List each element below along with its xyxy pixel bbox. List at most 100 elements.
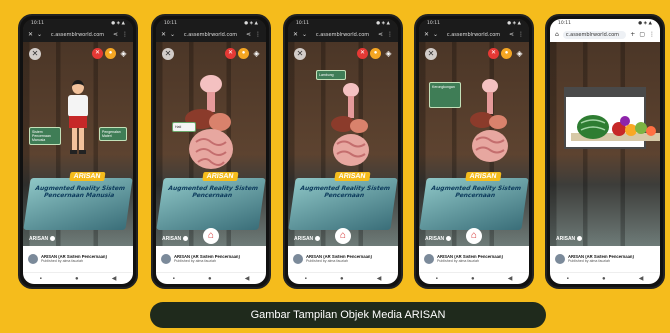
status-time: 10:11: [164, 21, 177, 26]
ar-scene[interactable]: ✕ ✕ ● ◈ Kerongkongan ARISAN Augmented Re…: [419, 42, 529, 246]
info-tag[interactable]: Kerongkongan: [429, 82, 461, 108]
close-icon[interactable]: ✕: [293, 32, 298, 38]
record-icon[interactable]: ✕: [225, 48, 236, 59]
record-icon[interactable]: ✕: [92, 48, 103, 59]
ar-scene[interactable]: ✕ ✕ ● ◈ Sistem Pencernaan Manusia Pengen…: [23, 42, 133, 246]
close-icon[interactable]: ✕: [425, 48, 437, 60]
settings-icon[interactable]: ●: [238, 48, 249, 59]
more-vert-icon[interactable]: ⋮: [255, 32, 261, 38]
browser-url-bar: ✕ ⌄ c.assemblrworld.com ⋖ ⋮: [23, 28, 133, 42]
back-icon[interactable]: ◀: [508, 275, 513, 282]
info-tag[interactable]: Lambung: [316, 70, 346, 80]
info-tag[interactable]: Sistem Pencernaan Manusia: [29, 127, 61, 145]
book-marker: ARISAN Augmented Reality Sistem Pencerna…: [419, 172, 529, 230]
home-nav-icon[interactable]: ●: [208, 276, 212, 282]
status-icons: ● ◈ ▲: [507, 21, 521, 26]
recents-icon[interactable]: ▪: [305, 276, 307, 282]
publisher-text: Published by alma fauziah: [568, 259, 610, 264]
add-tab-icon[interactable]: +: [630, 32, 635, 38]
ar-scene[interactable]: ✕ ✕ ● ◈ Hati ARISAN Augmented Reality Si…: [156, 42, 266, 246]
home-icon[interactable]: ⌂: [466, 228, 482, 244]
home-nav-icon[interactable]: ●: [75, 276, 79, 282]
close-icon[interactable]: ✕: [294, 48, 306, 60]
book-marker: ARISAN Augmented Reality Sistem Pencerna…: [288, 172, 398, 230]
record-icon[interactable]: ✕: [488, 48, 499, 59]
more-vert-icon[interactable]: ⋮: [122, 32, 128, 38]
recents-icon[interactable]: ▪: [567, 276, 569, 282]
book-marker: ARISAN Augmented Reality Sistem Pencerna…: [23, 172, 133, 230]
home-nav-icon[interactable]: ●: [602, 276, 606, 282]
back-icon[interactable]: ◀: [112, 275, 117, 282]
back-icon[interactable]: ◀: [245, 275, 250, 282]
system-nav-bar: ▪ ● ◀: [288, 272, 398, 284]
settings-icon[interactable]: ●: [370, 48, 381, 59]
status-icons: ● ◈ ▲: [244, 21, 258, 26]
home-nav-icon[interactable]: ●: [471, 276, 475, 282]
share-icon[interactable]: ⋖: [509, 32, 514, 38]
nutrition-card: [564, 87, 660, 149]
publisher-text: Published by alma fauziah: [437, 259, 479, 264]
ar-scene[interactable]: ✕ ✕ ● ◈ Lambung ARISAN Augmented Reality…: [288, 42, 398, 246]
share-icon[interactable]: ⋖: [113, 32, 118, 38]
chevron-down-icon[interactable]: ⌄: [302, 32, 307, 38]
slide: 10:11 ● ◈ ▲ ✕ ⌄ c.assemblrworld.com ⋖ ⋮ …: [0, 0, 670, 333]
chevron-down-icon[interactable]: ⌄: [37, 32, 42, 38]
chevron-down-icon[interactable]: ⌄: [433, 32, 438, 38]
record-icon[interactable]: ✕: [357, 48, 368, 59]
publisher-text: Published by alma fauziah: [41, 259, 83, 264]
info-tag[interactable]: Pengenalan Materi: [99, 127, 127, 141]
scene-label: ARISAN: [556, 236, 583, 242]
share-icon[interactable]: ⋖: [378, 32, 383, 38]
close-icon[interactable]: ✕: [28, 32, 33, 38]
scene-label: ARISAN: [162, 236, 189, 242]
more-vert-icon[interactable]: ⋮: [387, 32, 393, 38]
chevron-down-icon[interactable]: ⌄: [170, 32, 175, 38]
project-footer[interactable]: ARISAN (AR Sistem Pencernaan) Published …: [156, 246, 266, 272]
ar-mode-icon[interactable]: ◈: [251, 48, 262, 59]
settings-icon[interactable]: ●: [501, 48, 512, 59]
url-text[interactable]: c.assemblrworld.com: [442, 32, 505, 38]
close-icon[interactable]: ✕: [424, 32, 429, 38]
url-text[interactable]: c.assemblrworld.com: [562, 31, 627, 39]
dot-icon: [315, 236, 321, 242]
dot-icon: [50, 236, 56, 242]
dot-icon: [183, 236, 189, 242]
url-text[interactable]: c.assemblrworld.com: [46, 32, 109, 38]
phone-3: 10:11 ● ◈ ▲ ✕ ⌄ c.assemblrworld.com ⋖ ⋮ …: [283, 14, 403, 289]
publisher-text: Published by alma fauziah: [174, 259, 216, 264]
ar-mode-icon[interactable]: ◈: [514, 48, 525, 59]
avatar: [424, 254, 434, 264]
close-icon[interactable]: ✕: [29, 48, 41, 60]
more-vert-icon[interactable]: ⋮: [518, 32, 524, 38]
project-footer[interactable]: ARISAN (AR Sistem Pencernaan) Published …: [288, 246, 398, 272]
close-icon[interactable]: ✕: [161, 32, 166, 38]
back-icon[interactable]: ◀: [639, 275, 644, 282]
url-text[interactable]: c.assemblrworld.com: [179, 32, 242, 38]
status-time: 10:11: [558, 21, 571, 26]
home-nav-icon[interactable]: ●: [340, 276, 344, 282]
project-footer[interactable]: ARISAN (AR Sistem Pencernaan) Published …: [550, 246, 660, 272]
home-icon[interactable]: ⌂: [203, 228, 219, 244]
info-tag[interactable]: Hati: [172, 122, 196, 132]
system-nav-bar: ▪ ● ◀: [23, 272, 133, 284]
project-footer[interactable]: ARISAN (AR Sistem Pencernaan) Published …: [23, 246, 133, 272]
system-nav-bar: ▪ ● ◀: [156, 272, 266, 284]
tabs-icon[interactable]: ▢: [639, 32, 645, 38]
ar-mode-icon[interactable]: ◈: [118, 48, 129, 59]
ar-mode-icon[interactable]: ◈: [383, 48, 394, 59]
share-icon[interactable]: ⋖: [246, 32, 251, 38]
back-icon[interactable]: ◀: [377, 275, 382, 282]
home-icon[interactable]: ⌂: [335, 228, 351, 244]
publisher-text: Published by alma fauziah: [306, 259, 348, 264]
url-text[interactable]: c.assemblrworld.com: [311, 32, 374, 38]
settings-icon[interactable]: ●: [105, 48, 116, 59]
project-footer[interactable]: ARISAN (AR Sistem Pencernaan) Published …: [419, 246, 529, 272]
recents-icon[interactable]: ▪: [436, 276, 438, 282]
figure-caption: Gambar Tampilan Objek Media ARISAN: [150, 302, 546, 328]
recents-icon[interactable]: ▪: [40, 276, 42, 282]
recents-icon[interactable]: ▪: [173, 276, 175, 282]
ar-scene[interactable]: ARISAN: [550, 42, 660, 246]
more-vert-icon[interactable]: ⋮: [649, 32, 655, 38]
home-nav-icon[interactable]: ⌂: [555, 32, 559, 38]
close-icon[interactable]: ✕: [162, 48, 174, 60]
